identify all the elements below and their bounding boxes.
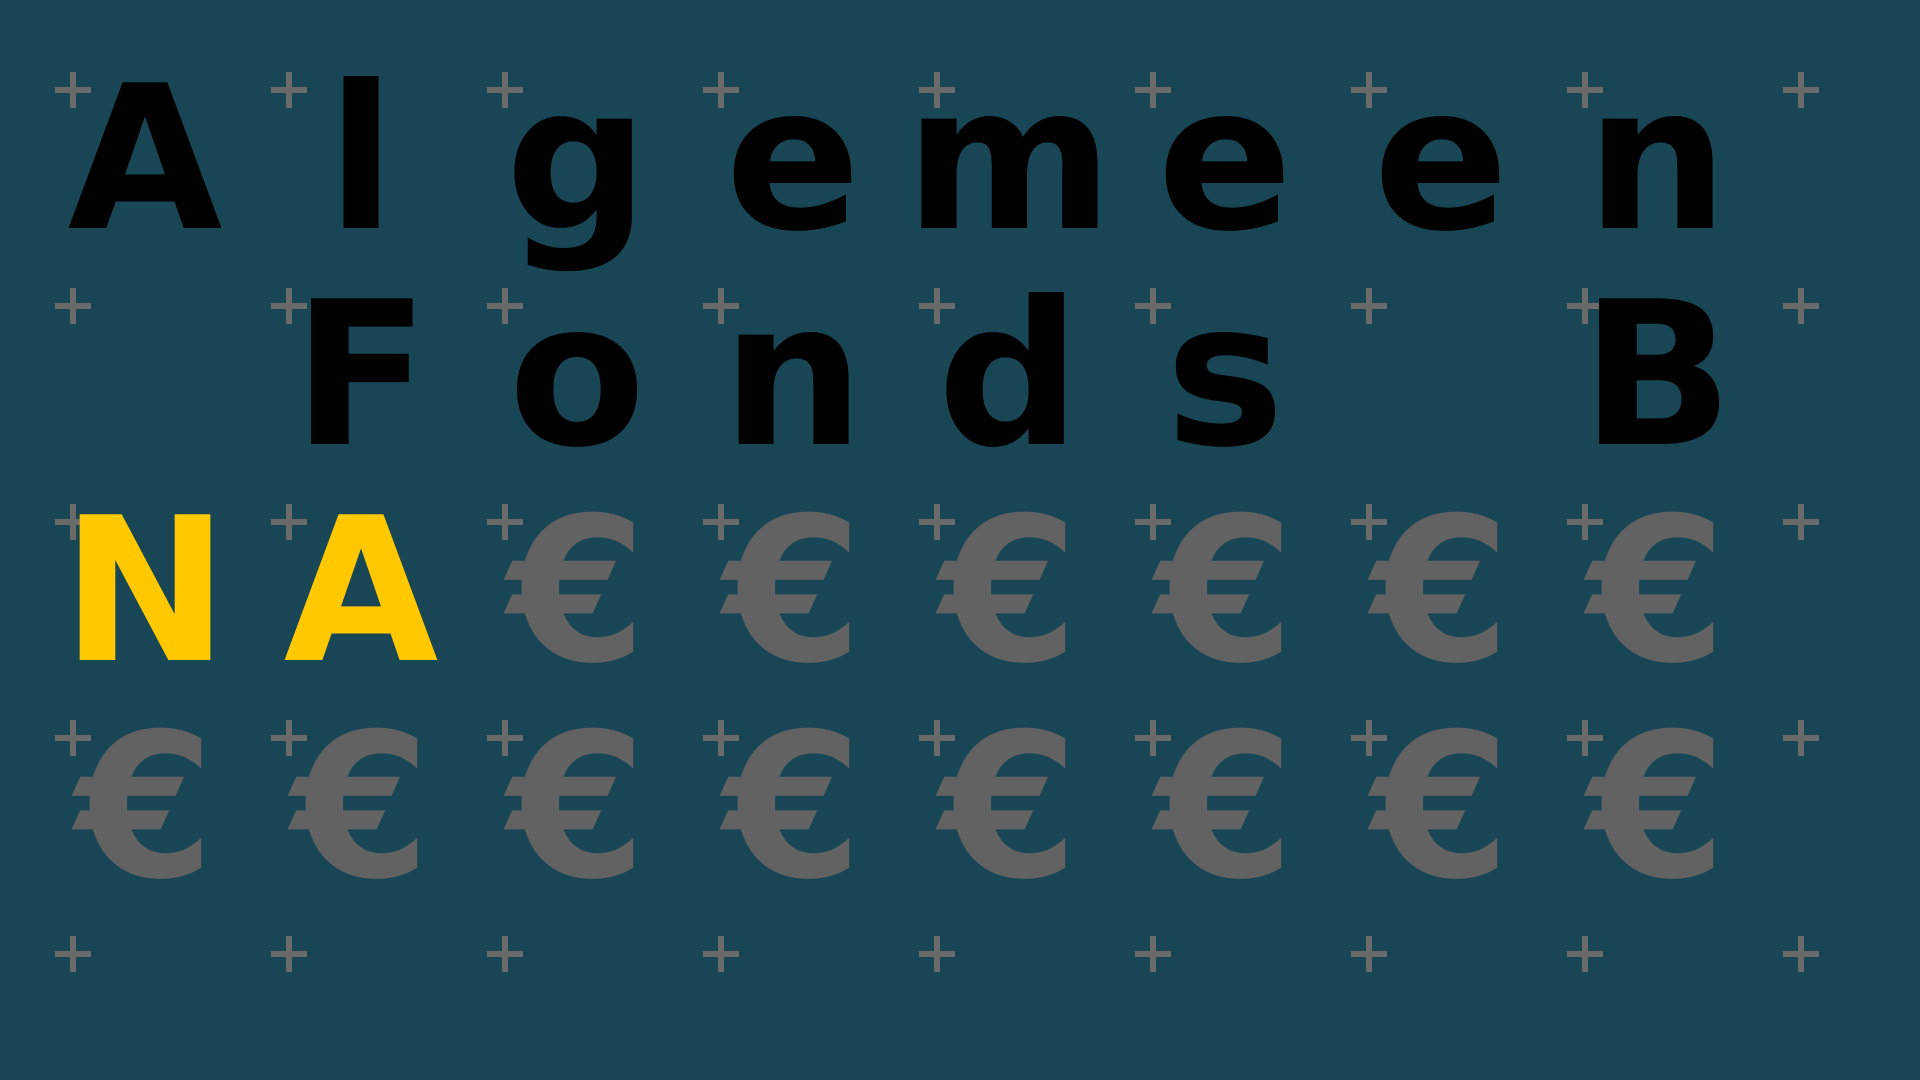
plus-icon — [1781, 286, 1821, 326]
letter-cell: F — [292, 259, 430, 492]
plus-icon — [485, 934, 525, 974]
letter-cell: l — [326, 43, 396, 276]
euro-sign-icon: € — [1155, 475, 1295, 708]
euro-sign-icon: € — [75, 691, 215, 924]
euro-sign-icon: € — [939, 475, 1079, 708]
letter-cell: A — [67, 43, 223, 276]
euro-sign-icon: € — [1587, 691, 1727, 924]
euro-sign-icon: € — [723, 475, 863, 708]
plus-icon — [269, 934, 309, 974]
euro-sign-icon: € — [291, 691, 431, 924]
accent-letter-cell: N — [61, 475, 229, 708]
euro-sign-icon: € — [723, 691, 863, 924]
plus-icon — [1565, 934, 1605, 974]
plus-icon — [1781, 934, 1821, 974]
letter-cell — [37, 268, 253, 484]
plus-icon — [1781, 502, 1821, 542]
letter-cell: e — [1373, 43, 1509, 276]
euro-sign-icon: € — [1155, 691, 1295, 924]
plus-icon — [1781, 718, 1821, 758]
letter-cell — [1333, 268, 1549, 484]
plus-icon — [53, 934, 93, 974]
letter-cell: o — [508, 259, 646, 492]
poster-canvas: A l g e m e e n F o n d s B N A € € € € … — [0, 0, 1920, 1080]
letter-cell: g — [505, 43, 649, 276]
plus-icon — [1133, 934, 1173, 974]
euro-sign-icon: € — [1587, 475, 1727, 708]
euro-sign-icon: € — [1371, 691, 1511, 924]
letter-cell: e — [1157, 43, 1293, 276]
plus-icon — [917, 934, 957, 974]
letter-cell: s — [1165, 259, 1285, 492]
plus-icon — [1349, 934, 1389, 974]
letter-cell: d — [937, 259, 1081, 492]
accent-letter-cell: A — [283, 475, 439, 708]
euro-sign-icon: € — [1371, 475, 1511, 708]
euro-sign-icon: € — [507, 691, 647, 924]
letter-cell: n — [721, 259, 865, 492]
plus-icon — [1781, 70, 1821, 110]
euro-sign-icon: € — [939, 691, 1079, 924]
letter-cell: B — [1580, 259, 1734, 492]
letter-cell: n — [1585, 43, 1729, 276]
letter-cell: m — [904, 43, 1114, 276]
euro-sign-icon: € — [507, 475, 647, 708]
letter-cell: e — [725, 43, 861, 276]
plus-icon — [701, 934, 741, 974]
